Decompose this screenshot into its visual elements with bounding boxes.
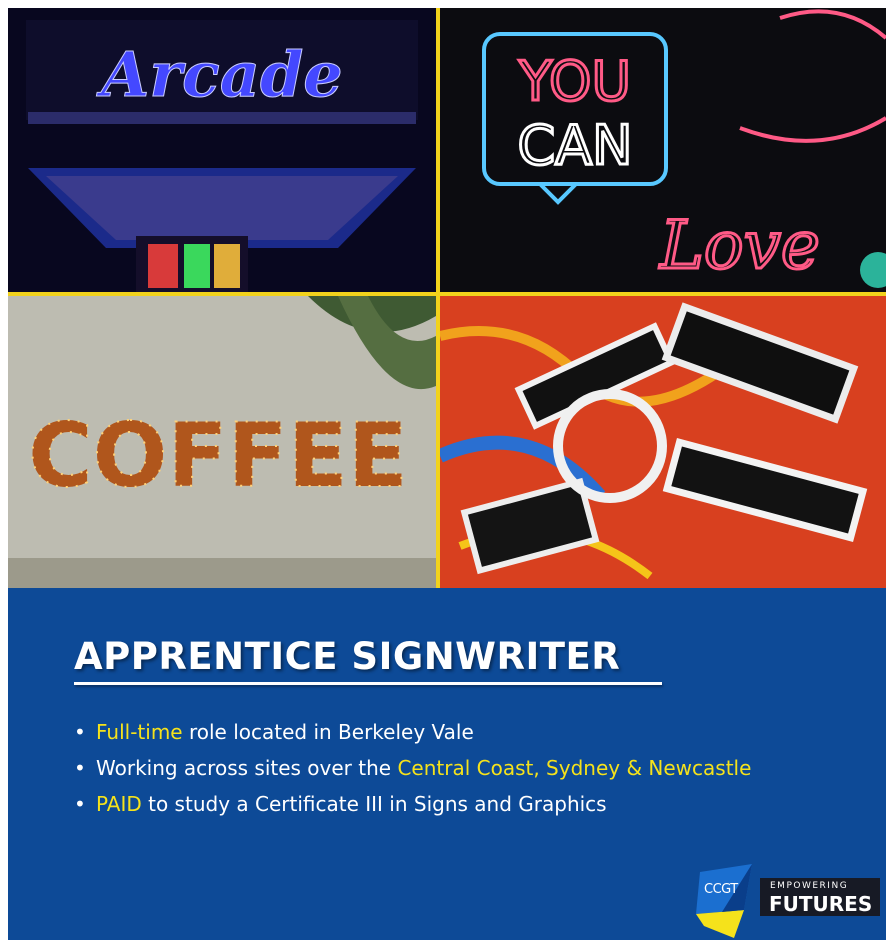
- logo-tagline: EMPOWERING: [770, 881, 849, 891]
- bullet-dot: •: [74, 792, 86, 816]
- arcade-sign-text: Arcade: [96, 38, 343, 111]
- bullet-item-employment: • Full-time role located in Berkeley Vale: [74, 714, 751, 750]
- job-title: APPRENTICE SIGNWRITER: [74, 635, 621, 678]
- logo-name: FUTURES: [769, 892, 873, 916]
- bullet-item-locations: • Working across sites over the Central C…: [74, 750, 751, 786]
- bullet-dot: •: [74, 756, 86, 780]
- logo-mark-text: CCGT: [704, 882, 738, 897]
- bullet-highlight: Central Coast, Sydney & Newcastle: [397, 756, 752, 780]
- job-details-panel: APPRENTICE SIGNWRITER • Full-time role lo…: [8, 588, 886, 940]
- arcade-sign-photo: Arcade: [8, 8, 436, 292]
- bullet-highlight: PAID: [96, 792, 142, 816]
- photo-collage: Arcade YOU CAN Love COFFEE: [8, 8, 886, 588]
- neon-line1: YOU: [518, 50, 631, 113]
- bullet-item-study: • PAID to study a Certificate III in Sign…: [74, 786, 751, 822]
- bullet-prefix: Working across sites over the: [96, 756, 398, 780]
- bullet-highlight: Full-time: [96, 720, 183, 744]
- logo-wordmark: EMPOWERING FUTURES: [760, 878, 880, 916]
- bullet-dot: •: [74, 720, 86, 744]
- title-underline: [74, 682, 662, 685]
- neon-line2: CAN: [517, 114, 632, 177]
- coffee-sign-text: COFFEE: [28, 404, 408, 507]
- ccgt-logo-mark: CCGT: [694, 864, 754, 938]
- bullet-text: to study a Certificate III in Signs and …: [141, 792, 607, 816]
- neon-script: Love: [659, 207, 820, 284]
- metal-letters-photo: [440, 296, 886, 588]
- job-poster: Arcade YOU CAN Love COFFEE APPRENTICE SI…: [8, 8, 886, 940]
- neon-you-can-photo: YOU CAN Love: [440, 8, 886, 292]
- job-highlights-list: • Full-time role located in Berkeley Vale…: [74, 714, 751, 822]
- coffee-marquee-photo: COFFEE: [8, 296, 436, 588]
- ccgt-logo: CCGT EMPOWERING FUTURES: [694, 864, 884, 938]
- bullet-text: role located in Berkeley Vale: [182, 720, 474, 744]
